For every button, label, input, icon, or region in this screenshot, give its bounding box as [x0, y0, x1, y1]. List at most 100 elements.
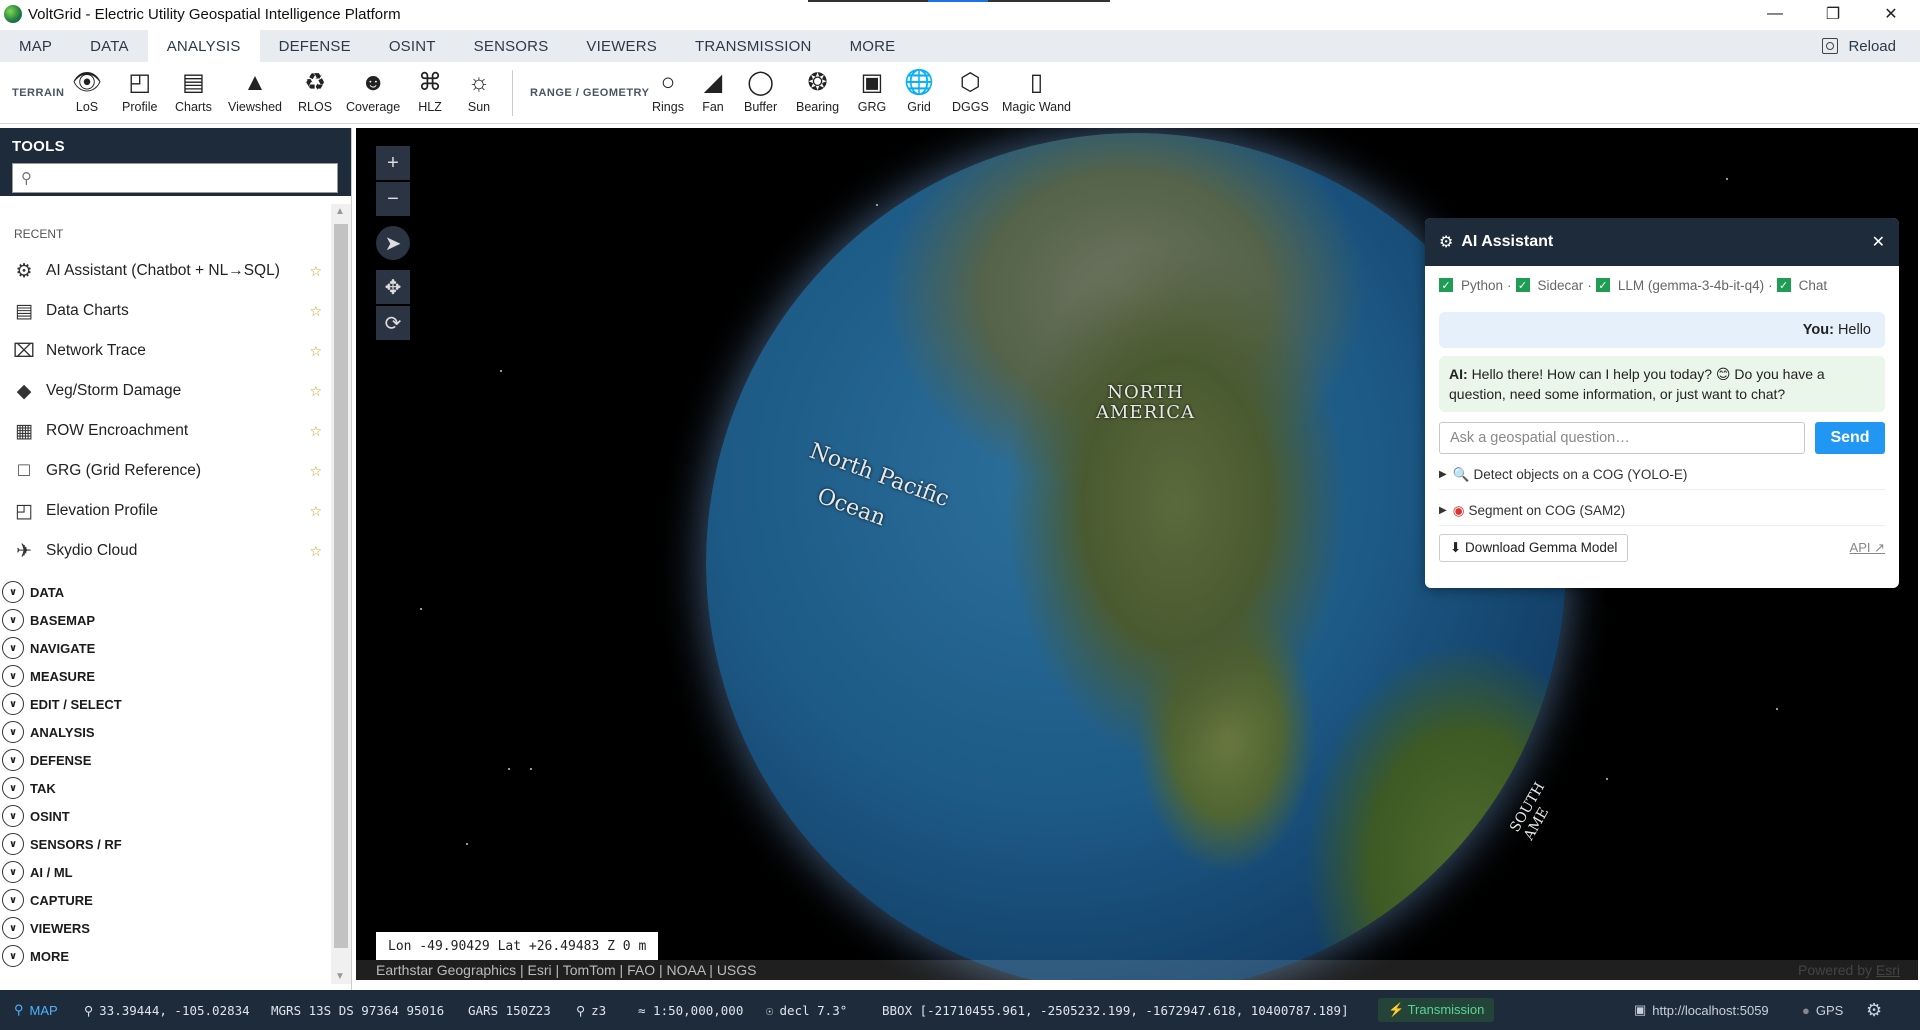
- loading-progress: [808, 0, 1110, 2]
- sun-tool-button[interactable]: ☼ Sun: [464, 68, 494, 115]
- compass-icon[interactable]: ➤: [376, 226, 410, 260]
- question-input[interactable]: Ask a geospatial question…: [1439, 422, 1805, 454]
- fan-tool-button[interactable]: ◢ Fan: [698, 68, 728, 115]
- wand-icon: ▯: [1029, 69, 1044, 96]
- recent-item-skydio-cloud[interactable]: ✈ Skydio Cloud ☆: [12, 536, 322, 566]
- zoom-in-button[interactable]: +: [376, 146, 410, 180]
- zoom-out-button[interactable]: −: [376, 182, 410, 216]
- reload-button[interactable]: Reload: [1822, 30, 1896, 62]
- favorite-star-icon[interactable]: ☆: [309, 263, 322, 280]
- magic-wand-tool-button[interactable]: ▯ Magic Wand: [1002, 68, 1071, 115]
- status-dot-icon: ●: [1802, 1002, 1810, 1018]
- download-gemma-button[interactable]: ⬇ Download Gemma Model: [1439, 534, 1629, 562]
- recent-item-network-trace[interactable]: ⌧ Network Trace ☆: [12, 336, 322, 366]
- favorite-star-icon[interactable]: ☆: [309, 503, 322, 520]
- chevron-down-icon: ∨: [2, 945, 24, 967]
- tab-map[interactable]: MAP: [0, 30, 71, 62]
- recent-item-elevation-profile[interactable]: ◰ Elevation Profile ☆: [12, 496, 322, 526]
- scrollbar-thumb[interactable]: [334, 224, 348, 948]
- rotate-icon[interactable]: ⟳: [376, 306, 410, 340]
- terrain-group-label: TERRAIN: [12, 87, 65, 99]
- favorite-star-icon[interactable]: ☆: [309, 543, 322, 560]
- sidebar-scrollbar[interactable]: ▲ ▼: [331, 204, 351, 984]
- map-nav-controls: + − ➤ ✥ ⟳: [376, 146, 410, 342]
- section-osint[interactable]: ∨ OSINT: [2, 804, 70, 828]
- bearing-tool-button[interactable]: ❂ Bearing: [796, 68, 839, 115]
- profile-tool-button[interactable]: ◰ Profile: [122, 68, 157, 115]
- recent-item-grg[interactable]: □ GRG (Grid Reference) ☆: [12, 456, 322, 486]
- chevron-down-icon: ∨: [2, 861, 24, 883]
- chevron-down-icon: ∨: [2, 889, 24, 911]
- send-button[interactable]: Send: [1815, 422, 1885, 454]
- tab-data[interactable]: DATA: [71, 30, 148, 62]
- tab-osint[interactable]: OSINT: [370, 30, 455, 62]
- recent-item-data-charts[interactable]: ▤ Data Charts ☆: [12, 296, 322, 326]
- recent-item-veg-storm[interactable]: ◆ Veg/Storm Damage ☆: [12, 376, 322, 406]
- buffer-tool-button[interactable]: ◯ Buffer: [744, 68, 777, 115]
- section-more[interactable]: ∨ MORE: [2, 944, 69, 968]
- favorite-star-icon[interactable]: ☆: [309, 303, 322, 320]
- north-america-label: NORTH AMERICA: [1096, 382, 1196, 423]
- los-tool-button[interactable]: 👁 LoS: [72, 68, 102, 115]
- section-viewers[interactable]: ∨ VIEWERS: [2, 916, 90, 940]
- expand-triangle-icon: ▶: [1439, 505, 1447, 516]
- favorite-star-icon[interactable]: ☆: [309, 343, 322, 360]
- section-edit-select[interactable]: ∨ EDIT / SELECT: [2, 692, 122, 716]
- ai-message: AI: Hello there! How can I help you toda…: [1439, 356, 1885, 412]
- grid-tool-button[interactable]: 🌐 Grid: [904, 68, 934, 115]
- section-measure[interactable]: ∨ MEASURE: [2, 664, 95, 688]
- dggs-tool-button[interactable]: ⬡ DGGS: [952, 68, 989, 115]
- favorite-star-icon[interactable]: ☆: [309, 423, 322, 440]
- section-basemap[interactable]: ∨ BASEMAP: [2, 608, 95, 632]
- map-attribution: Earthstar Geographics | Esri | TomTom | …: [356, 960, 1918, 980]
- section-defense[interactable]: ∨ DEFENSE: [2, 748, 91, 772]
- sun-icon: ☼: [468, 69, 490, 96]
- section-data[interactable]: ∨ DATA: [2, 580, 64, 604]
- transmission-chip[interactable]: ⚡ Transmission: [1378, 990, 1495, 1030]
- section-capture[interactable]: ∨ CAPTURE: [2, 888, 93, 912]
- bar-chart-icon: ▤: [182, 69, 205, 96]
- tab-sensors[interactable]: SENSORS: [455, 30, 568, 62]
- grg-tool-button[interactable]: ▣ GRG: [857, 68, 887, 115]
- tab-viewers[interactable]: VIEWERS: [567, 30, 676, 62]
- tab-defense[interactable]: DEFENSE: [260, 30, 370, 62]
- tools-sidebar: TOOLS ⚲ ▲ ▼ RECENT ⚙ AI Assistant (Chatbo…: [0, 128, 352, 990]
- close-icon[interactable]: ✕: [1872, 232, 1885, 252]
- tab-analysis[interactable]: ANALYSIS: [147, 30, 260, 62]
- settings-gear-icon[interactable]: ⚙: [1866, 990, 1882, 1030]
- viewshed-tool-button[interactable]: ▲ Viewshed: [228, 68, 282, 115]
- map-mode-chip[interactable]: ⚲ MAP: [14, 990, 58, 1030]
- tools-search-input[interactable]: ⚲: [12, 163, 338, 193]
- section-analysis[interactable]: ∨ ANALYSIS: [2, 720, 95, 744]
- powered-by: Powered by Esri: [1798, 962, 1900, 978]
- app-logo-icon: [4, 5, 22, 23]
- latlon-readout: ⚲ 33.39444, -105.02834: [84, 1002, 250, 1018]
- section-navigate[interactable]: ∨ NAVIGATE: [2, 636, 95, 660]
- maximize-icon[interactable]: ❐: [1804, 0, 1862, 28]
- recent-item-ai-assistant[interactable]: ⚙ AI Assistant (Chatbot + NL→SQL) ☆: [12, 256, 322, 286]
- rings-tool-button[interactable]: ○ Rings: [652, 68, 684, 115]
- coverage-tool-button[interactable]: ☻ Coverage: [346, 68, 400, 115]
- detect-objects-action[interactable]: ▶ 🔍 Detect objects on a COG (YOLO-E): [1439, 460, 1885, 490]
- rlos-tool-button[interactable]: ♻ RLOS: [298, 68, 332, 115]
- status-bar: ⚲ MAP ⚲ 33.39444, -105.02834 MGRS 13S DS 9…: [0, 990, 1920, 1030]
- gps-status[interactable]: ● GPS: [1802, 990, 1843, 1030]
- pan-icon[interactable]: ✥: [376, 270, 410, 304]
- tab-transmission[interactable]: TRANSMISSION: [676, 30, 831, 62]
- hexagon-icon: ⬡: [959, 69, 981, 96]
- compass-icon: ☉: [766, 1002, 774, 1018]
- close-icon[interactable]: ✕: [1862, 0, 1920, 28]
- favorite-star-icon[interactable]: ☆: [309, 463, 322, 480]
- tab-more[interactable]: MORE: [831, 30, 915, 62]
- charts-tool-button[interactable]: ▤ Charts: [175, 68, 212, 115]
- minimize-icon[interactable]: —: [1746, 0, 1804, 28]
- section-tak[interactable]: ∨ TAK: [2, 776, 56, 800]
- esri-link[interactable]: Esri: [1876, 962, 1900, 978]
- recent-item-row-encroachment[interactable]: ▦ ROW Encroachment ☆: [12, 416, 322, 446]
- favorite-star-icon[interactable]: ☆: [309, 383, 322, 400]
- section-sensors-rf[interactable]: ∨ SENSORS / RF: [2, 832, 122, 856]
- segment-action[interactable]: ▶ ◉ Segment on COG (SAM2): [1439, 496, 1885, 526]
- section-ai-ml[interactable]: ∨ AI / ML: [2, 860, 73, 884]
- hlz-tool-button[interactable]: ⌘ HLZ: [415, 68, 445, 115]
- api-link[interactable]: API ↗: [1850, 540, 1885, 556]
